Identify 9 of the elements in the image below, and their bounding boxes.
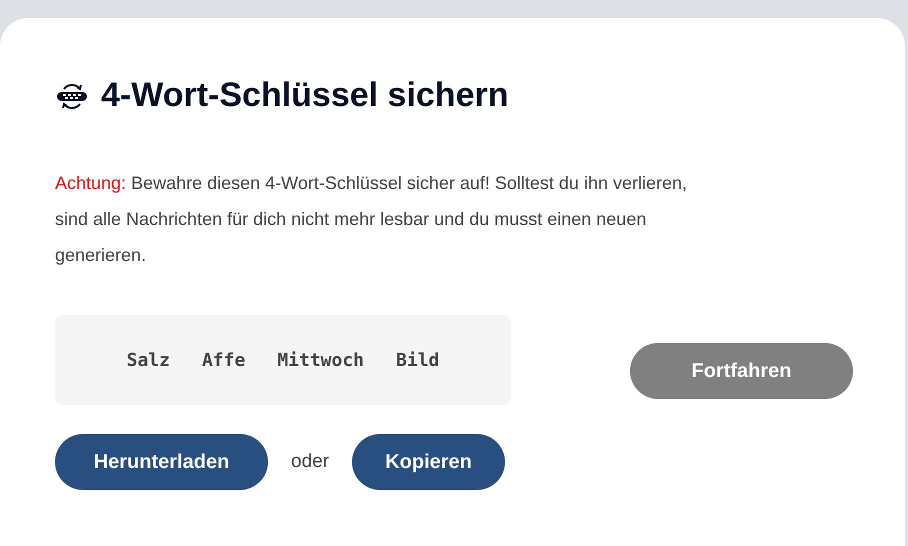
download-button[interactable]: Herunterladen	[55, 434, 268, 490]
key-word: Bild	[396, 348, 440, 372]
key-word: Salz	[126, 348, 170, 372]
warning-text: Achtung: Bewahre diesen 4-Wort-Schlüssel sicher auf! Solltest du ihn verlieren, sind alle Nachrichten für dich nicht mehr lesbar und du musst einen neuen generieren.	[55, 172, 688, 267]
copy-button[interactable]: Kopieren	[352, 434, 506, 490]
key-word: Mittwoch	[277, 348, 364, 372]
key-word: Affe	[202, 348, 246, 372]
dialog-title: 4-Wort-Schlüssel sichern	[101, 75, 508, 116]
separator-text: oder	[291, 450, 330, 474]
